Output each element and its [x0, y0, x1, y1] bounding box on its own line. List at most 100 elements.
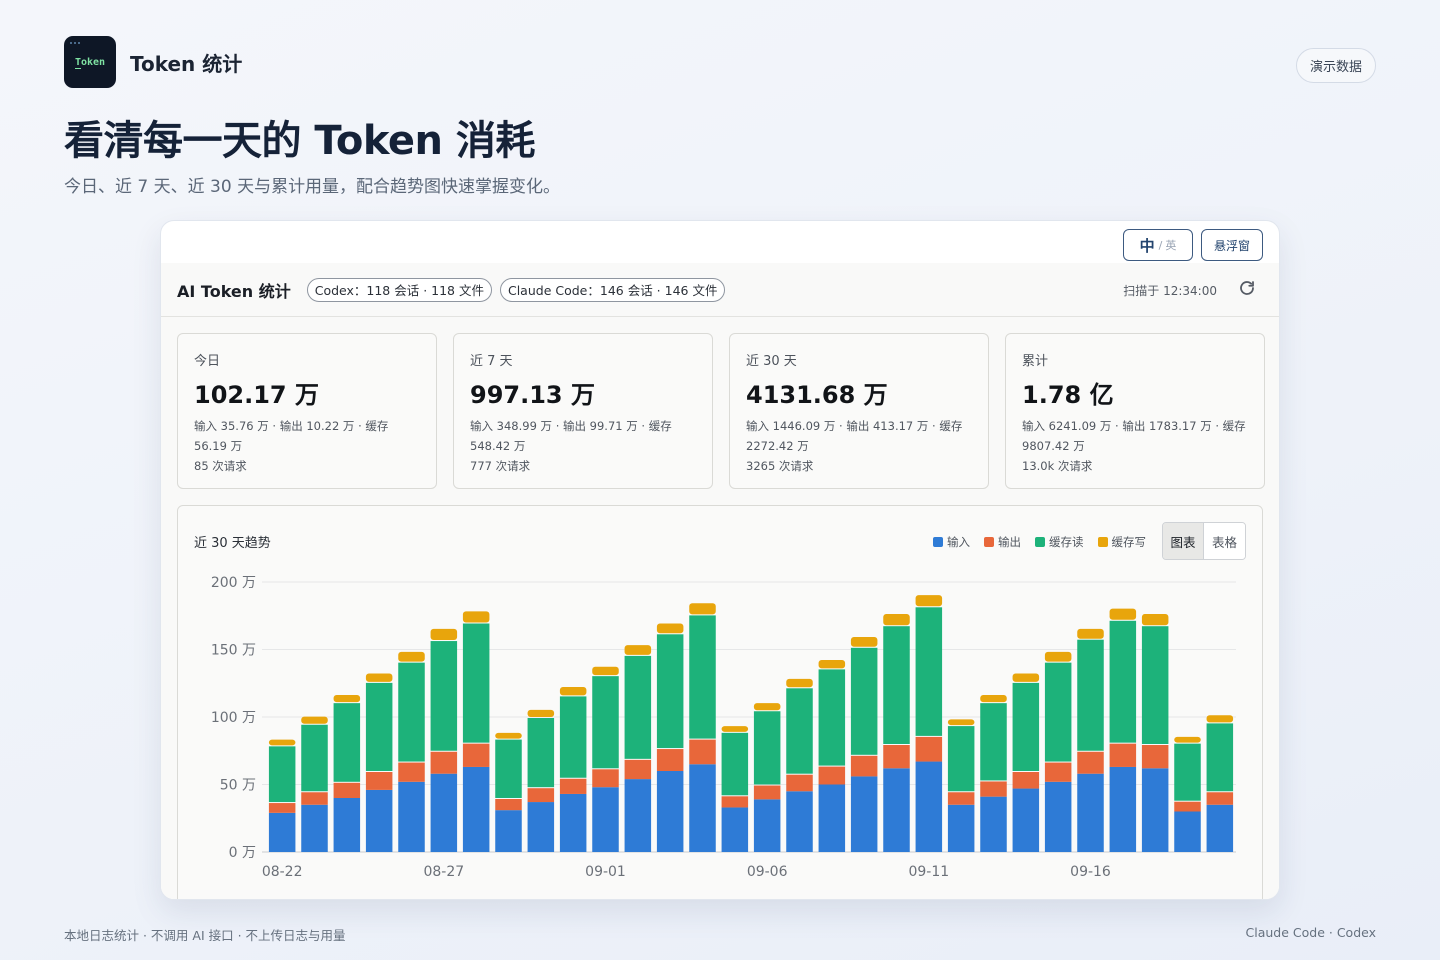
bar-segment-输出[interactable]: [1174, 801, 1201, 812]
bar-segment-输入[interactable]: [818, 784, 846, 853]
bar-segment-缓存写[interactable]: [624, 645, 652, 655]
bar-segment-输出[interactable]: [1141, 745, 1169, 769]
bar-segment-缓存写[interactable]: [398, 651, 425, 662]
bar-segment-输入[interactable]: [301, 804, 328, 852]
bar-segment-缓存写[interactable]: [915, 595, 943, 607]
bar-segment-输入[interactable]: [1141, 768, 1169, 852]
bar-segment-输入[interactable]: [947, 804, 975, 852]
bar-segment-输入[interactable]: [980, 796, 1007, 852]
bar-segment-缓存写[interactable]: [333, 695, 361, 703]
bar-segment-缓存读[interactable]: [1174, 743, 1201, 801]
bar-segment-缓存读[interactable]: [721, 732, 749, 796]
floating-window-button[interactable]: 悬浮窗: [1201, 229, 1263, 261]
bar-segment-输入[interactable]: [365, 789, 393, 852]
bar-segment-输出[interactable]: [430, 751, 458, 774]
bar-segment-缓存写[interactable]: [268, 739, 296, 746]
bar-segment-输入[interactable]: [268, 812, 296, 852]
bar-segment-输入[interactable]: [495, 810, 522, 852]
bar-segment-输出[interactable]: [268, 803, 296, 813]
demo-data-button[interactable]: 演示数据: [1295, 48, 1376, 83]
bar-segment-输入[interactable]: [883, 768, 910, 852]
bar-segment-缓存写[interactable]: [527, 709, 555, 717]
bar-segment-输出[interactable]: [365, 772, 393, 790]
bar-segment-输入[interactable]: [721, 807, 749, 852]
bar-segment-输入[interactable]: [333, 798, 361, 852]
bar-segment-缓存写[interactable]: [1077, 628, 1104, 639]
bar-segment-缓存写[interactable]: [301, 716, 328, 724]
bar-segment-输入[interactable]: [527, 802, 555, 852]
tab-table[interactable]: 表格: [1204, 523, 1245, 559]
bar-segment-缓存读[interactable]: [527, 718, 555, 788]
bar-segment-缓存写[interactable]: [786, 678, 813, 688]
bar-segment-缓存写[interactable]: [1044, 651, 1072, 662]
bar-segment-缓存写[interactable]: [1206, 715, 1234, 723]
bar-segment-缓存写[interactable]: [721, 726, 749, 732]
bar-segment-缓存写[interactable]: [980, 695, 1007, 703]
bar-segment-输出[interactable]: [947, 792, 975, 805]
bar-segment-缓存读[interactable]: [301, 724, 328, 792]
bar-segment-输出[interactable]: [753, 785, 781, 800]
bar-segment-缓存读[interactable]: [430, 641, 458, 751]
bar-segment-输出[interactable]: [818, 766, 846, 785]
bar-segment-输入[interactable]: [689, 764, 716, 852]
bar-segment-输出[interactable]: [721, 796, 749, 808]
bar-segment-输出[interactable]: [592, 769, 619, 788]
bar-segment-输入[interactable]: [1012, 788, 1040, 852]
bar-segment-输出[interactable]: [495, 799, 522, 811]
bar-segment-缓存读[interactable]: [883, 626, 910, 744]
bar-segment-缓存读[interactable]: [980, 703, 1007, 781]
bar-segment-输出[interactable]: [786, 774, 813, 792]
bar-segment-输入[interactable]: [786, 791, 813, 852]
bar-segment-缓存写[interactable]: [850, 637, 878, 647]
bar-segment-缓存读[interactable]: [689, 615, 716, 739]
bar-segment-缓存写[interactable]: [1109, 608, 1137, 620]
bar-segment-缓存读[interactable]: [333, 703, 361, 782]
bar-segment-输出[interactable]: [462, 743, 490, 767]
bar-segment-缓存写[interactable]: [1174, 736, 1201, 743]
bar-segment-缓存写[interactable]: [365, 673, 393, 682]
bar-segment-缓存读[interactable]: [559, 696, 587, 778]
bar-segment-缓存读[interactable]: [786, 688, 813, 774]
bar-segment-输入[interactable]: [1206, 804, 1234, 852]
bar-segment-缓存读[interactable]: [1206, 723, 1234, 792]
bar-segment-缓存读[interactable]: [365, 682, 393, 771]
bar-segment-缓存写[interactable]: [559, 686, 587, 696]
bar-segment-缓存写[interactable]: [495, 732, 522, 739]
bar-segment-缓存读[interactable]: [462, 623, 490, 743]
bar-segment-缓存写[interactable]: [689, 603, 716, 615]
bar-segment-输出[interactable]: [656, 749, 684, 771]
bar-segment-缓存读[interactable]: [947, 726, 975, 792]
bar-segment-输出[interactable]: [1077, 751, 1104, 774]
tab-chart[interactable]: 图表: [1163, 523, 1204, 559]
bar-segment-缓存读[interactable]: [268, 746, 296, 803]
bar-segment-缓存读[interactable]: [624, 655, 652, 759]
bar-segment-缓存写[interactable]: [1012, 673, 1040, 682]
bar-segment-输入[interactable]: [753, 799, 781, 852]
bar-segment-缓存写[interactable]: [656, 623, 684, 634]
bar-segment-缓存读[interactable]: [1141, 626, 1169, 744]
bar-segment-输出[interactable]: [301, 792, 328, 805]
bar-segment-缓存写[interactable]: [753, 703, 781, 711]
bar-segment-缓存读[interactable]: [1077, 639, 1104, 751]
bar-segment-缓存写[interactable]: [818, 659, 846, 669]
refresh-icon[interactable]: [1237, 279, 1257, 299]
bar-segment-缓存写[interactable]: [1141, 614, 1169, 626]
bar-segment-缓存写[interactable]: [947, 719, 975, 726]
bar-segment-输入[interactable]: [656, 771, 684, 852]
bar-segment-输入[interactable]: [1044, 781, 1072, 852]
bar-segment-缓存读[interactable]: [818, 669, 846, 766]
bar-segment-输入[interactable]: [1174, 811, 1201, 853]
bar-segment-输入[interactable]: [398, 781, 425, 852]
bar-segment-输入[interactable]: [1109, 766, 1137, 852]
bar-segment-输出[interactable]: [333, 782, 361, 798]
bar-segment-缓存写[interactable]: [430, 628, 458, 641]
bar-segment-输入[interactable]: [462, 766, 490, 852]
bar-segment-输出[interactable]: [527, 788, 555, 803]
bar-segment-缓存写[interactable]: [883, 614, 910, 626]
bar-segment-输入[interactable]: [850, 776, 878, 852]
bar-segment-缓存读[interactable]: [1044, 662, 1072, 762]
bar-segment-输出[interactable]: [883, 745, 910, 769]
bar-segment-输出[interactable]: [559, 778, 587, 794]
bar-segment-输出[interactable]: [915, 736, 943, 762]
bar-segment-缓存读[interactable]: [592, 676, 619, 769]
